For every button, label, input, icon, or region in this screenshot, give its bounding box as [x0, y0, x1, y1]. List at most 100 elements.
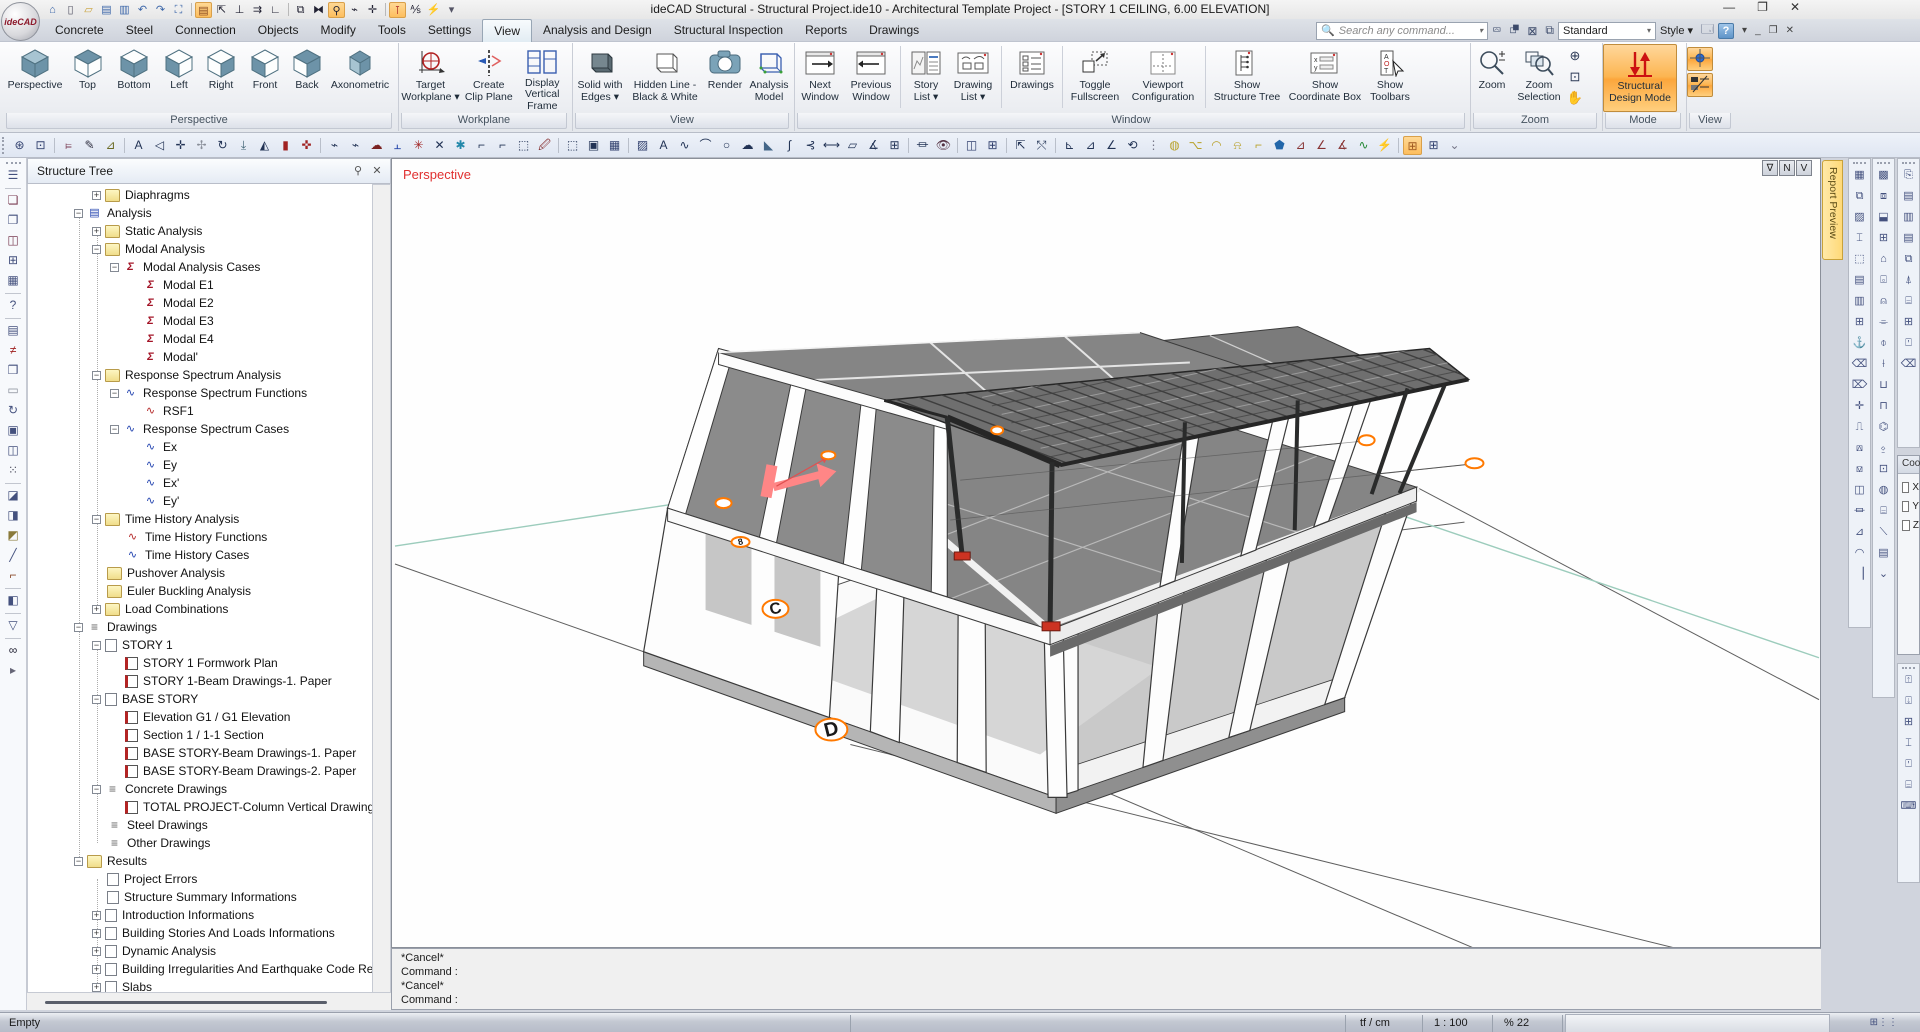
right-tool-col2-4[interactable]: ⌂ — [1875, 251, 1892, 268]
tree-expander[interactable]: − — [74, 209, 83, 218]
right-tool-col3-6[interactable]: ⌸ — [1900, 293, 1917, 310]
right-tool-col1-1[interactable]: ⧉ — [1851, 188, 1868, 205]
ribbon-button-left[interactable]: Left — [159, 44, 199, 112]
tree-item-ex-[interactable]: ∿Ex' — [28, 474, 179, 492]
tab-connection[interactable]: Connection — [164, 19, 247, 42]
zoom-window-button[interactable]: ⊡ — [1565, 67, 1585, 87]
point-display-toggle[interactable] — [1687, 47, 1713, 71]
move-icon[interactable]: ✛ — [171, 136, 190, 155]
tree-expander[interactable]: − — [92, 371, 101, 380]
right-tool-col1-4[interactable]: ⬚ — [1851, 251, 1868, 268]
ribbon-button-show-toolbars[interactable]: AOTShow Toolbars — [1365, 44, 1415, 112]
right-tool-col1-10[interactable]: ⌦ — [1851, 377, 1868, 394]
circle-icon[interactable]: ○ — [717, 136, 736, 155]
corner-tool-icon[interactable]: ⌐ — [4, 567, 22, 585]
tree-expander[interactable]: + — [92, 605, 101, 614]
right-tool-col1-15[interactable]: ◫ — [1851, 482, 1868, 499]
ribbon-button-hidden-line-black-white[interactable]: Hidden Line - Black & White — [627, 44, 703, 112]
tree-item-time-history-analysis[interactable]: −Time History Analysis — [28, 510, 239, 528]
tree-expander[interactable]: + — [92, 965, 101, 974]
image-icon[interactable]: ▨ — [633, 136, 652, 155]
tree-expander[interactable]: − — [110, 425, 119, 434]
right-tool-col3b-0[interactable]: ⍐ — [1900, 672, 1917, 689]
layer-icon[interactable]: ◫ — [962, 136, 981, 155]
auto-label-icon[interactable]: ▽ — [4, 617, 22, 635]
mdi-close-icon[interactable]: ✕ — [1786, 25, 1794, 36]
viewport-3d[interactable]: 8CD Perspective ∇NV — [391, 158, 1821, 948]
report-icon[interactable]: ▤ — [4, 322, 22, 340]
right-tool-col2-2[interactable]: ⬓ — [1875, 209, 1892, 226]
right-tool-col1-14[interactable]: ⟏ — [1851, 461, 1868, 478]
tab-settings[interactable]: Settings — [417, 19, 482, 42]
tree-item-modal-e1[interactable]: ΣModal E1 — [28, 276, 214, 294]
cloud-icon[interactable]: ☁ — [738, 136, 757, 155]
layer-up-icon[interactable]: ⮹ — [1492, 23, 1502, 38]
tree-item-slabs[interactable]: +Slabs — [28, 978, 152, 993]
hatch-icon[interactable]: ◣ — [759, 136, 778, 155]
tree-item-response-spectrum-analysis[interactable]: −Response Spectrum Analysis — [28, 366, 281, 384]
command-history[interactable]: *Cancel*Command :*Cancel*Command : — [391, 948, 1821, 1010]
brush-icon[interactable]: 🖉 — [535, 136, 554, 155]
right-tool-col1-18[interactable]: ◠ — [1851, 545, 1868, 562]
sel-story-icon[interactable]: ◫ — [4, 232, 22, 250]
tree-item-ey[interactable]: ∿Ey — [28, 456, 177, 474]
right-tool-col2-16[interactable]: ⌸ — [1875, 503, 1892, 520]
axes-icon[interactable]: ⤲ — [1032, 136, 1051, 155]
stairs-icon[interactable]: ⌥ — [1186, 136, 1205, 155]
ribbon-button-zoom[interactable]: Zoom — [1471, 44, 1513, 112]
right-tool-col2-17[interactable]: ⟍ — [1875, 524, 1892, 541]
ribbon-button-perspective[interactable]: Perspective — [4, 44, 66, 112]
tree-expander[interactable]: + — [92, 227, 101, 236]
tree-vscrollbar[interactable] — [373, 184, 391, 993]
ribbon-button-drawings[interactable]: Drawings — [1005, 44, 1059, 112]
drop-icon[interactable]: ⤓ — [234, 136, 253, 155]
polyline-icon[interactable]: ∿ — [675, 136, 694, 155]
props-icon[interactable]: ☰ — [4, 167, 22, 185]
right-tool-col2-13[interactable]: ⍚ — [1875, 440, 1892, 457]
fillet-icon[interactable]: ⌐ — [472, 136, 491, 155]
tree-expander[interactable]: − — [92, 695, 101, 704]
note-icon[interactable]: ⊿ — [101, 136, 120, 155]
axis-int-icon[interactable]: ✳ — [409, 136, 428, 155]
tree-item-base-story-beam-drawings-2-paper[interactable]: BASE STORY-Beam Drawings-2. Paper — [28, 762, 356, 780]
paint-icon[interactable]: ◧ — [4, 592, 22, 610]
ribbon-button-render[interactable]: Render — [703, 44, 747, 112]
right-tool-col2-5[interactable]: ⌻ — [1875, 272, 1892, 289]
close-icon[interactable]: ✕ — [1790, 0, 1800, 14]
tree-item-introduction-informations[interactable]: +Introduction Informations — [28, 906, 254, 924]
status-units[interactable]: tf / cm — [1360, 1017, 1390, 1029]
tab-reports[interactable]: Reports — [794, 19, 858, 42]
tree-item-steel-drawings[interactable]: ≡Steel Drawings — [28, 816, 208, 834]
dim-z-icon[interactable]: ⊿ — [1081, 136, 1100, 155]
trim-icon[interactable]: ⌁ — [325, 136, 344, 155]
tree-item-building-irregularities-and-earthquake-c[interactable]: +Building Irregularities And Earthquake … — [28, 960, 373, 978]
lamp-icon[interactable]: ◍ — [1165, 136, 1184, 155]
right-tool-col2-18[interactable]: ▤ — [1875, 545, 1892, 562]
right-tool-col3b-3[interactable]: ⌶ — [1900, 735, 1917, 752]
tree-expander[interactable]: + — [92, 911, 101, 920]
right-tool-col1-19[interactable]: ▕ — [1851, 566, 1868, 583]
tree-item-modal-[interactable]: ΣModal' — [28, 348, 198, 366]
tree-expander[interactable]: + — [92, 983, 101, 992]
ribbon-button-axonometric[interactable]: Axonometric — [327, 44, 393, 112]
right-tool-col3-0[interactable]: ⎘ — [1900, 167, 1917, 184]
tbsplit-icon[interactable]: ⋮ — [1144, 136, 1163, 155]
ribbon-button-solid-with-edges[interactable]: Solid with Edges ▾ — [573, 44, 627, 112]
tree-item-time-history-functions[interactable]: ∿Time History Functions — [28, 528, 267, 546]
tree-item-base-story[interactable]: −BASE STORY — [28, 690, 198, 708]
copy-tool-icon[interactable]: ❒ — [4, 362, 22, 380]
right-tool-col2-10[interactable]: ⊔ — [1875, 377, 1892, 394]
right-tool-col1-9[interactable]: ⌫ — [1851, 356, 1868, 373]
sel-filter-icon[interactable]: ❏ — [4, 192, 22, 210]
tree-item-response-spectrum-functions[interactable]: −∿Response Spectrum Functions — [28, 384, 307, 402]
tab-modify[interactable]: Modify — [309, 19, 366, 42]
snap-x-icon[interactable]: ✱ — [451, 136, 470, 155]
right-tool-col3-3[interactable]: ▤ — [1900, 230, 1917, 247]
sel-rect-icon[interactable]: ⬚ — [514, 136, 533, 155]
layer-down-icon[interactable]: ⮻ — [1510, 20, 1520, 41]
ribbon-button-show-coordinate-box[interactable]: xyShow Coordinate Box — [1285, 44, 1365, 112]
graph1-icon[interactable]: ⊿ — [1291, 136, 1310, 155]
idecad-logo[interactable]: ideCAD — [1, 2, 40, 41]
right-tool-col1-16[interactable]: ⏛ — [1851, 503, 1868, 520]
dim-xy-icon[interactable]: ⊾ — [1060, 136, 1079, 155]
